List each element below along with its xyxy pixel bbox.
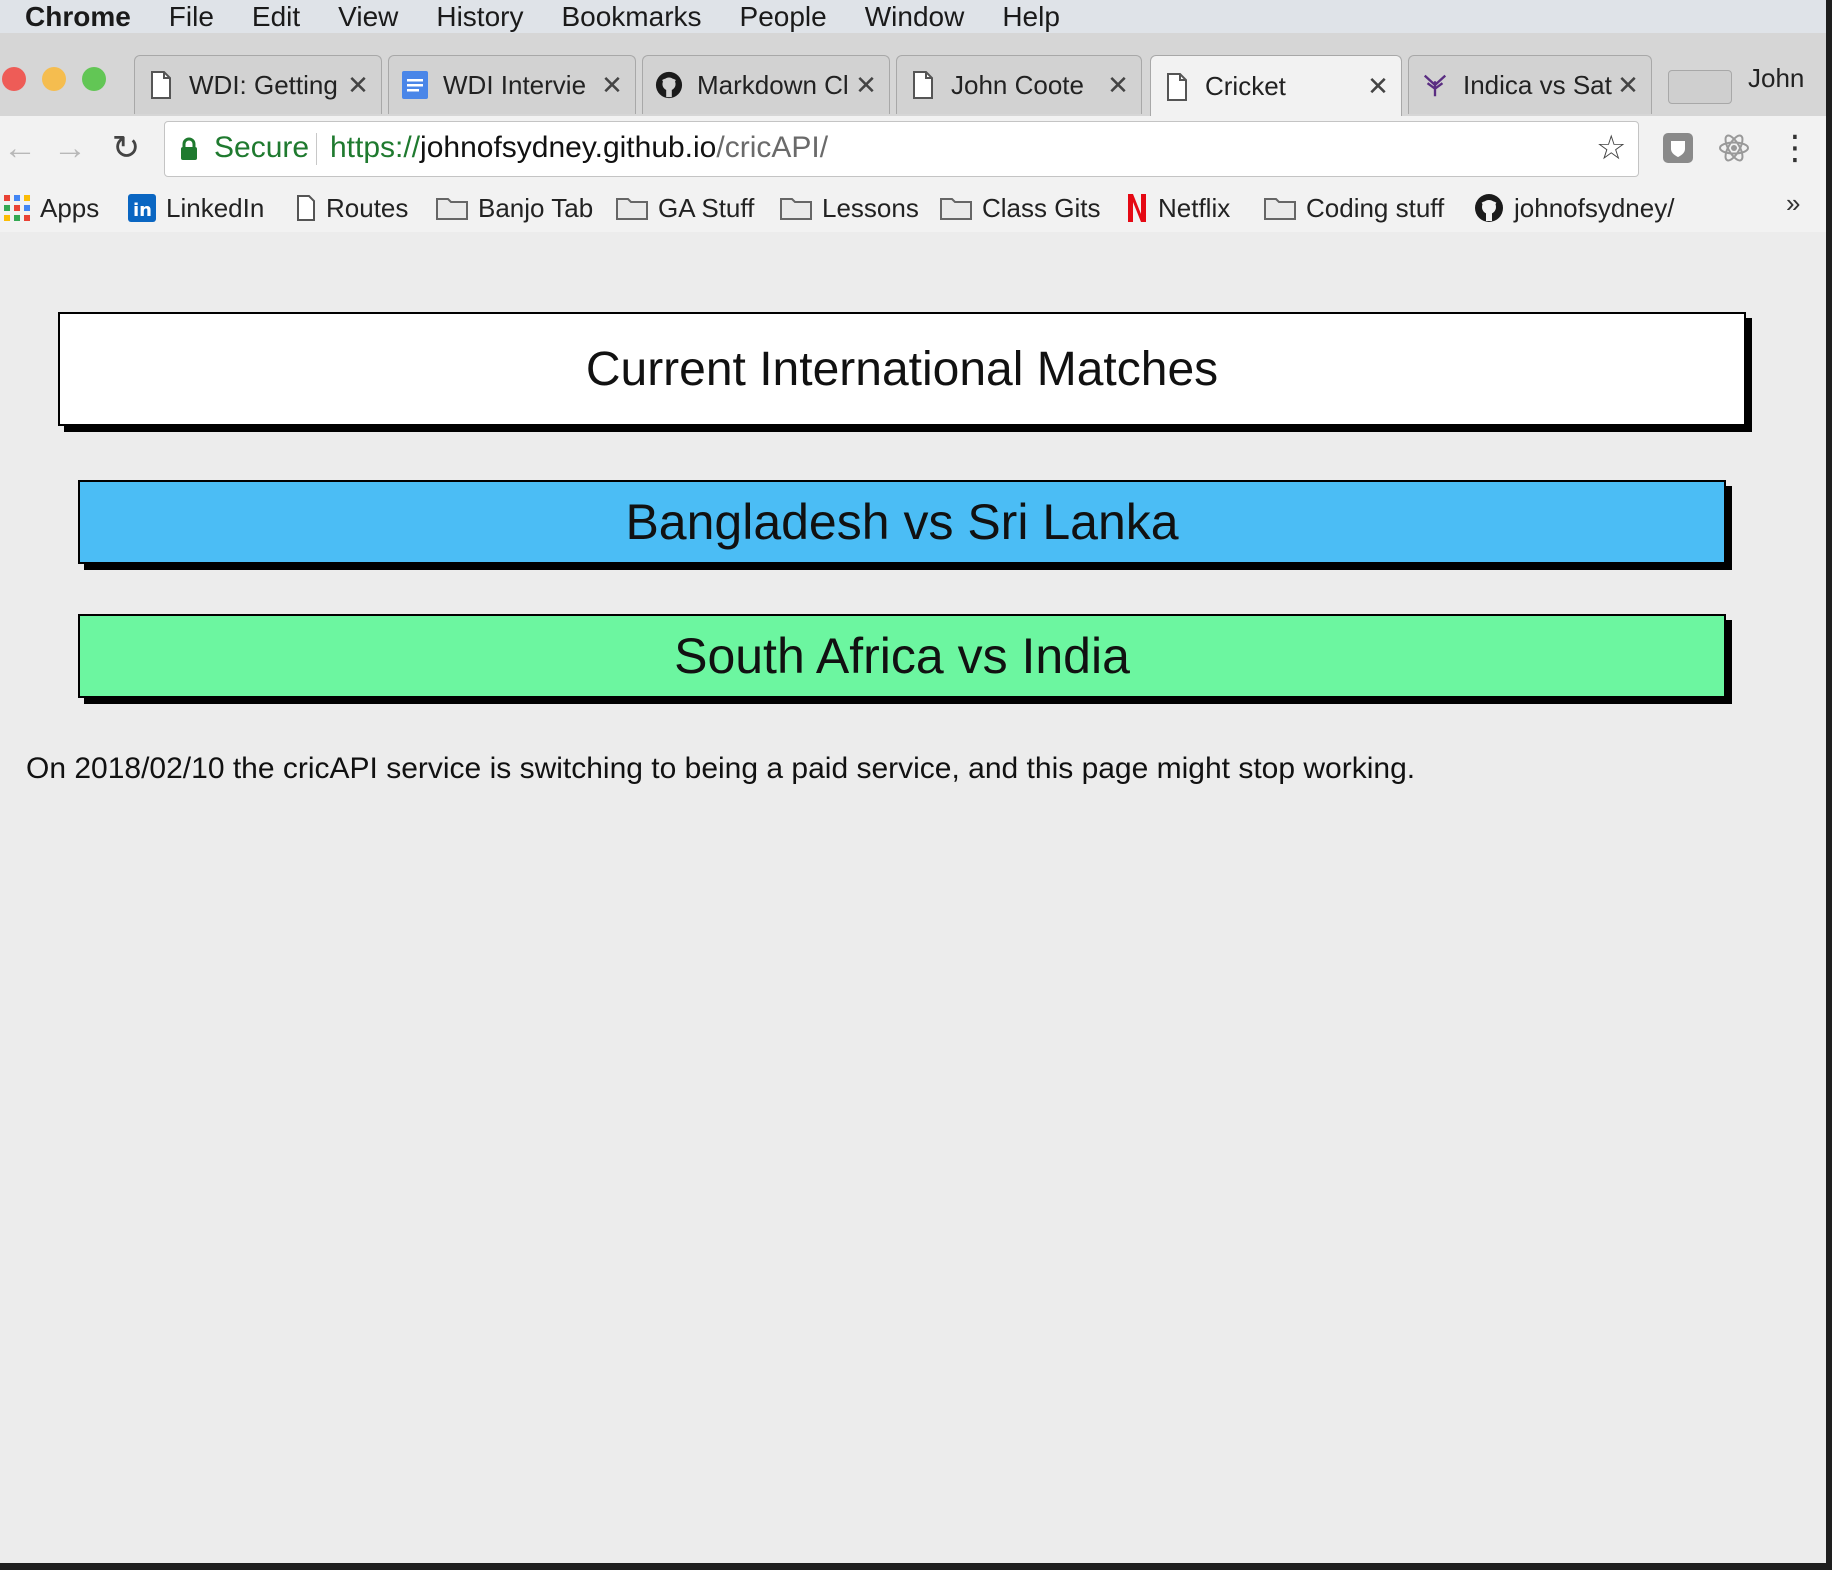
lock-icon: [180, 137, 198, 166]
window-edge: [1826, 0, 1832, 1570]
profile-name[interactable]: John: [1748, 63, 1804, 94]
macos-menu-bar: Chrome File Edit View History Bookmarks …: [0, 0, 1832, 33]
tab-label: Cricket: [1205, 71, 1286, 101]
close-icon[interactable]: ✕: [1613, 70, 1643, 101]
page-heading: Current International Matches: [58, 312, 1746, 426]
bookmark-apps[interactable]: Apps: [4, 188, 99, 228]
leaf-icon: [1421, 71, 1449, 99]
page-icon: [296, 195, 316, 221]
page-viewport: [0, 232, 1826, 1564]
react-devtools-icon[interactable]: [1716, 130, 1752, 166]
menu-history[interactable]: History: [436, 0, 523, 33]
folder-icon: [940, 196, 972, 220]
github-icon: [655, 71, 683, 99]
menu-edit[interactable]: Edit: [252, 0, 300, 33]
match-button-bangladesh-vs-sri-lanka[interactable]: Bangladesh vs Sri Lanka: [78, 480, 1726, 564]
bookmark-linkedin[interactable]: in LinkedIn: [128, 188, 264, 228]
close-icon[interactable]: ✕: [851, 70, 881, 101]
bookmark-label: Class Gits: [982, 192, 1101, 223]
bookmark-coding-stuff[interactable]: Coding stuff: [1264, 188, 1444, 228]
close-icon[interactable]: ✕: [1363, 71, 1393, 102]
minimize-window-button[interactable]: [42, 67, 66, 91]
tab-label: Markdown Cl: [697, 69, 849, 100]
bookmark-routes[interactable]: Routes: [296, 188, 408, 228]
service-notice: On 2018/02/10 the cricAPI service is swi…: [26, 752, 1416, 785]
match-button-south-africa-vs-india[interactable]: South Africa vs India: [78, 614, 1726, 698]
github-icon: [1474, 193, 1504, 223]
page-icon: [1163, 72, 1191, 101]
bookmark-banjo-tab[interactable]: Banjo Tab: [436, 188, 593, 228]
zoom-window-button[interactable]: [82, 67, 106, 91]
menu-bookmarks[interactable]: Bookmarks: [561, 0, 701, 33]
apps-grid-icon: [4, 195, 30, 221]
close-window-button[interactable]: [2, 67, 26, 91]
bookmark-label: Netflix: [1158, 192, 1231, 223]
tab-markdown[interactable]: Markdown Cl ✕: [642, 55, 890, 114]
tab-label: John Coote: [951, 69, 1084, 100]
back-arrow-icon[interactable]: ←: [0, 128, 40, 168]
more-menu-icon[interactable]: ⋮: [1778, 128, 1812, 168]
menu-window[interactable]: Window: [865, 0, 965, 33]
bookmark-ga-stuff[interactable]: GA Stuff: [616, 188, 754, 228]
bookmark-label: Banjo Tab: [478, 192, 594, 223]
url-host: johnofsydney.github.io: [420, 131, 717, 164]
close-icon[interactable]: ✕: [597, 70, 627, 101]
bookmark-netflix[interactable]: Netflix: [1126, 188, 1230, 228]
bookmark-star-icon[interactable]: ☆: [1596, 128, 1626, 168]
bookmark-label: Coding stuff: [1306, 192, 1445, 223]
bookmark-label: Routes: [326, 192, 409, 223]
linkedin-icon: in: [128, 194, 156, 222]
folder-icon: [780, 196, 812, 220]
close-icon[interactable]: ✕: [343, 70, 373, 101]
shield-extension-icon[interactable]: [1660, 130, 1696, 166]
folder-icon: [616, 196, 648, 220]
omnibox-divider: [316, 133, 317, 165]
bookmark-class-gits[interactable]: Class Gits: [940, 188, 1100, 228]
folder-icon: [436, 196, 468, 220]
secure-label[interactable]: Secure: [214, 128, 309, 168]
folder-icon: [1264, 196, 1296, 220]
menu-file[interactable]: File: [169, 0, 214, 33]
netflix-icon: [1126, 193, 1148, 223]
url-scheme: https://: [330, 131, 421, 164]
tab-indica-vs-sativa[interactable]: Indica vs Sat ✕: [1408, 55, 1652, 114]
tab-cricket[interactable]: Cricket ✕: [1150, 55, 1402, 117]
tab-label: WDI Intervie: [443, 69, 587, 100]
page-icon: [147, 71, 175, 99]
reload-icon[interactable]: ↻: [106, 128, 146, 168]
bookmark-label: johnofsydney/: [1514, 192, 1675, 223]
svg-text:in: in: [133, 200, 152, 221]
menu-app-name[interactable]: Chrome: [25, 0, 131, 33]
tab-label: WDI: Getting: [189, 69, 338, 100]
menu-people[interactable]: People: [740, 0, 827, 33]
page-icon: [909, 71, 937, 99]
bookmark-johnofsydney[interactable]: johnofsydney/: [1474, 188, 1674, 228]
menu-view[interactable]: View: [338, 0, 398, 33]
tab-wdi-getting[interactable]: WDI: Getting ✕: [134, 55, 382, 114]
bookmark-label: Apps: [40, 192, 100, 223]
docs-icon: [401, 71, 429, 99]
close-icon[interactable]: ✕: [1103, 70, 1133, 101]
new-tab-button[interactable]: [1668, 70, 1732, 104]
tab-wdi-interview[interactable]: WDI Intervie ✕: [388, 55, 636, 114]
tab-label: Indica vs Sat: [1463, 69, 1612, 100]
url-text[interactable]: https://johnofsydney.github.io/cricAPI/: [330, 128, 828, 168]
bookmarks-overflow-chevron-icon[interactable]: »: [1786, 188, 1800, 219]
bookmark-label: Lessons: [822, 192, 919, 223]
forward-arrow-icon[interactable]: →: [50, 128, 90, 168]
menu-help[interactable]: Help: [1002, 0, 1060, 33]
bookmark-label: GA Stuff: [658, 192, 755, 223]
window-bottom-edge: [0, 1563, 1832, 1570]
url-path: /cricAPI/: [716, 131, 829, 164]
bookmark-lessons[interactable]: Lessons: [780, 188, 919, 228]
bookmark-label: LinkedIn: [166, 192, 265, 223]
tab-john-coote[interactable]: John Coote ✕: [896, 55, 1142, 114]
